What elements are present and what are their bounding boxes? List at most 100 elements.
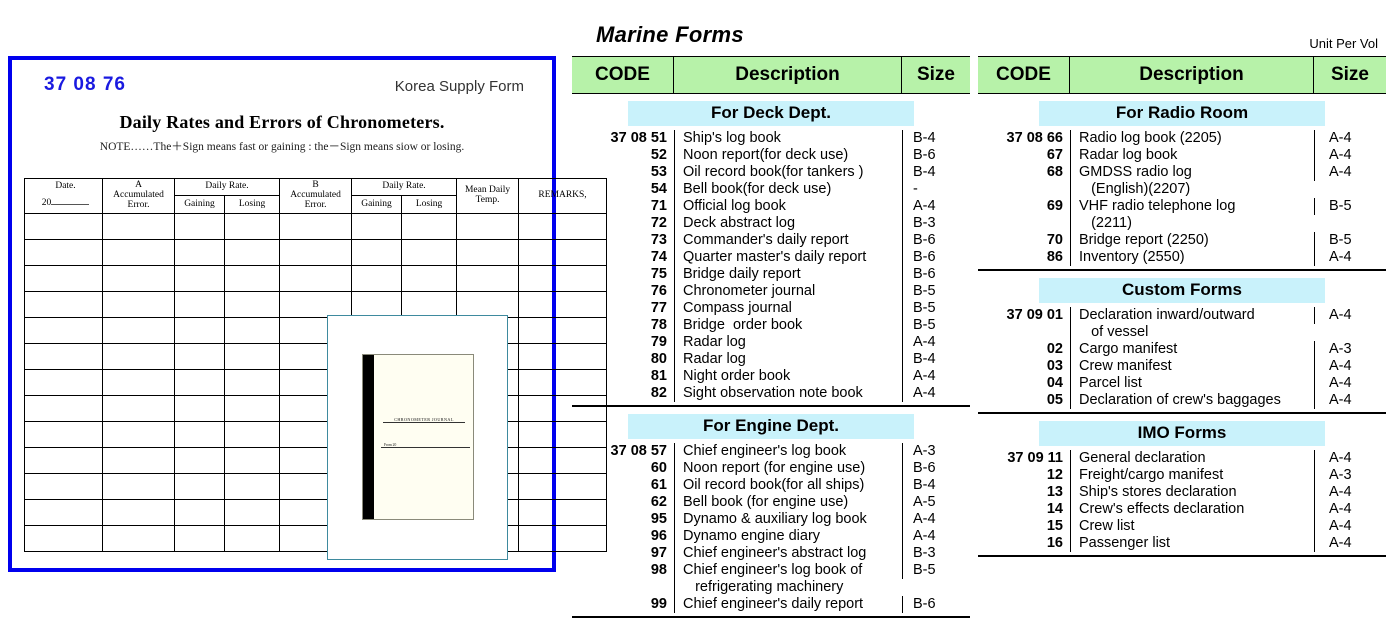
section-band: For Radio Room xyxy=(1039,101,1325,126)
row-code: 99 xyxy=(650,596,667,612)
table-cell xyxy=(102,212,175,240)
catalog-row[interactable]: 69 VHF radio telephone log (2211) B-5 xyxy=(978,198,1386,232)
row-size: - xyxy=(902,181,970,198)
row-code: 72 xyxy=(650,215,667,231)
catalog-row[interactable]: 97 Chief engineer's abstract log B-3 xyxy=(572,545,970,562)
catalog-row[interactable]: 77 Compass journal B-5 xyxy=(572,300,970,317)
table-row xyxy=(24,368,608,396)
catalog-row[interactable]: 71 Official log book A-4 xyxy=(572,198,970,215)
catalog-row[interactable]: 54 Bell book(for deck use) - xyxy=(572,181,970,198)
catalog-row[interactable]: 72 Deck abstract log B-3 xyxy=(572,215,970,232)
catalog-row[interactable]: 74 Quarter master's daily report B-6 xyxy=(572,249,970,266)
row-code: 52 xyxy=(650,147,667,163)
catalog-row[interactable]: 53 Oil record book(for tankers ) B-4 xyxy=(572,164,970,181)
row-size: A-4 xyxy=(1314,392,1386,409)
row-size: B-3 xyxy=(902,545,970,562)
catalog-row[interactable]: 16 Passenger list A-4 xyxy=(978,535,1386,552)
row-description: Passenger list xyxy=(1070,535,1314,552)
catalog-row[interactable]: 62 Bell book (for engine use) A-5 xyxy=(572,494,970,511)
catalog-row[interactable]: 37 08 57 Chief engineer's log book A-3 xyxy=(572,443,970,460)
catalog-row[interactable]: 81 Night order book A-4 xyxy=(572,368,970,385)
row-description: Oil record book(for all ships) xyxy=(674,477,902,494)
catalog-row[interactable]: 80 Radar log B-4 xyxy=(572,351,970,368)
row-size: A-4 xyxy=(902,368,970,385)
header-description: Description xyxy=(1070,57,1314,93)
row-description: Crew list xyxy=(1070,518,1314,535)
row-code: 95 xyxy=(650,511,667,527)
section-divider xyxy=(978,269,1386,271)
catalog-row[interactable]: 37 08 66 Radio log book (2205) A-4 xyxy=(978,130,1386,147)
catalog-row[interactable]: 95 Dynamo & auxiliary log book A-4 xyxy=(572,511,970,528)
catalog-row[interactable]: 67 Radar log book A-4 xyxy=(978,147,1386,164)
table-cell xyxy=(401,290,458,318)
row-size: A-3 xyxy=(1314,341,1386,358)
table-cell xyxy=(102,446,175,474)
catalog-row[interactable]: 02 Cargo manifest A-3 xyxy=(978,341,1386,358)
catalog-row[interactable]: 76 Chronometer journal B-5 xyxy=(572,283,970,300)
catalog-row[interactable]: 73 Commander's daily report B-6 xyxy=(572,232,970,249)
catalog-section: IMO Forms 37 09 11 General declaration A-4 1… xyxy=(978,421,1386,557)
table-cell xyxy=(223,238,281,266)
table-cell xyxy=(174,524,225,552)
row-size: B-4 xyxy=(902,164,970,181)
section-band: IMO Forms xyxy=(1039,421,1325,446)
catalog-row[interactable]: 05 Declaration of crew's baggages A-4 xyxy=(978,392,1386,409)
catalog-row[interactable]: 03 Crew manifest A-4 xyxy=(978,358,1386,375)
catalog-row[interactable]: 99 Chief engineer's daily report B-6 xyxy=(572,596,970,613)
row-size: A-3 xyxy=(1314,467,1386,484)
row-code: 86 xyxy=(1046,249,1063,265)
table-cell xyxy=(456,212,520,240)
table-cell xyxy=(351,238,403,266)
section-rows: 37 09 11 General declaration A-4 12 Freight/… xyxy=(978,450,1386,552)
row-code: 98 xyxy=(650,562,667,578)
catalog-row[interactable]: 79 Radar log A-4 xyxy=(572,334,970,351)
table-cell xyxy=(174,238,225,266)
catalog-row[interactable]: 04 Parcel list A-4 xyxy=(978,375,1386,392)
th-losing-b: Losing xyxy=(401,195,458,214)
th-daily-rate-a: Daily Rate. xyxy=(173,177,281,197)
catalog-row[interactable]: 14 Crew's effects declaration A-4 xyxy=(978,501,1386,518)
row-description: Declaration of crew's baggages xyxy=(1070,392,1314,409)
catalog-header-row-right: CODE Description Size xyxy=(978,56,1386,94)
header-code: CODE xyxy=(978,57,1070,93)
table-cell xyxy=(351,264,403,292)
table-cell xyxy=(223,264,281,292)
catalog-row[interactable]: 86 Inventory (2550) A-4 xyxy=(978,249,1386,266)
catalog-row[interactable]: 78 Bridge order book B-5 xyxy=(572,317,970,334)
table-cell xyxy=(24,524,103,552)
row-code: 81 xyxy=(650,368,667,384)
row-code: 78 xyxy=(650,317,667,333)
row-description: Chief engineer's log book of refrigerati… xyxy=(674,562,902,596)
row-code: 12 xyxy=(1046,467,1063,483)
row-description: Dynamo & auxiliary log book xyxy=(674,511,902,528)
catalog-row[interactable]: 68 GMDSS radio log (English)(2207) A-4 xyxy=(978,164,1386,198)
catalog-row[interactable]: 75 Bridge daily report B-6 xyxy=(572,266,970,283)
catalog-row[interactable]: 37 09 01 Declaration inward/outward of ve… xyxy=(978,307,1386,341)
catalog-row[interactable]: 13 Ship's stores declaration A-4 xyxy=(978,484,1386,501)
catalog-row[interactable]: 61 Oil record book(for all ships) B-4 xyxy=(572,477,970,494)
catalog-row[interactable]: 60 Noon report (for engine use) B-6 xyxy=(572,460,970,477)
catalog-row[interactable]: 98 Chief engineer's log book of refrigera… xyxy=(572,562,970,596)
catalog-row[interactable]: 12 Freight/cargo manifest A-3 xyxy=(978,467,1386,484)
catalog-row[interactable]: 70 Bridge report (2250) B-5 xyxy=(978,232,1386,249)
row-size: B-5 xyxy=(1314,232,1386,249)
table-cell xyxy=(174,498,225,526)
row-description: Deck abstract log xyxy=(674,215,902,232)
row-code: 14 xyxy=(1046,501,1063,517)
row-code: 53 xyxy=(650,164,667,180)
catalog-row[interactable]: 82 Sight observation note book A-4 xyxy=(572,385,970,402)
table-cell xyxy=(351,290,403,318)
row-size: A-3 xyxy=(902,443,970,460)
row-code: 70 xyxy=(1046,232,1063,248)
section-divider xyxy=(978,555,1386,557)
row-size: B-3 xyxy=(902,215,970,232)
catalog-row[interactable]: 37 09 11 General declaration A-4 xyxy=(978,450,1386,467)
catalog-row[interactable]: 37 08 51 Ship's log book B-4 xyxy=(572,130,970,147)
table-cell xyxy=(24,368,103,396)
table-row xyxy=(24,238,608,266)
section-rows: 37 08 51 Ship's log book B-4 52 Noon report(… xyxy=(572,130,970,402)
catalog-row[interactable]: 15 Crew list A-4 xyxy=(978,518,1386,535)
row-code: 54 xyxy=(650,181,667,197)
catalog-row[interactable]: 96 Dynamo engine diary A-4 xyxy=(572,528,970,545)
catalog-row[interactable]: 52 Noon report(for deck use) B-6 xyxy=(572,147,970,164)
